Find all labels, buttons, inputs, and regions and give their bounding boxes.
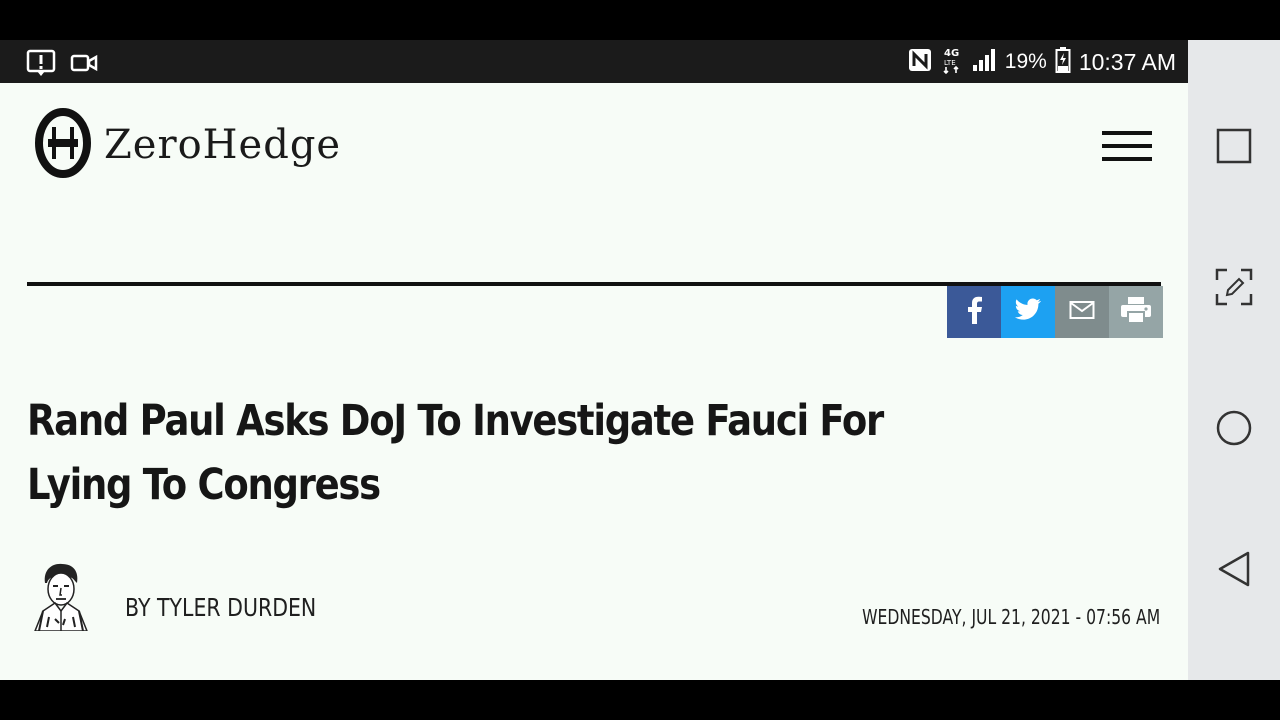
twitter-share-button[interactable] (1001, 286, 1055, 338)
letterbox-top (0, 0, 1280, 40)
4g-lte-icon: 4G LTE (941, 46, 963, 78)
nfc-icon (907, 47, 933, 77)
email-share-button[interactable] (1055, 286, 1109, 338)
site-logo[interactable]: ZeroHedge (34, 107, 341, 183)
site-name: ZeroHedge (104, 122, 342, 168)
status-right-icons: 4G LTE 19% 10:37 AM (907, 46, 1176, 78)
battery-icon (1055, 46, 1071, 78)
home-button[interactable] (1214, 410, 1254, 450)
alert-icon (26, 49, 56, 81)
article-headline: Rand Paul Asks DoJ To Investigate Fauci … (27, 396, 884, 510)
publish-date: WEDNESDAY, JUL 21, 2021 - 07:56 AM (861, 605, 1160, 629)
print-icon (1120, 296, 1152, 328)
author-avatar (31, 561, 91, 632)
hamburger-line (1102, 144, 1152, 148)
status-left-icons (26, 49, 98, 81)
zerohedge-logo-icon (34, 107, 92, 183)
home-circle-icon (1215, 409, 1253, 451)
video-camera-icon (70, 52, 98, 78)
system-navigation-bar (1188, 40, 1280, 680)
hamburger-line (1102, 131, 1152, 135)
letterbox-bottom (0, 680, 1280, 720)
back-triangle-icon (1216, 550, 1252, 592)
print-button[interactable] (1109, 286, 1163, 338)
facebook-icon (964, 296, 984, 328)
signal-icon (971, 47, 997, 77)
svg-text:4G: 4G (944, 48, 959, 59)
recent-apps-button[interactable] (1214, 128, 1254, 168)
square-icon (1216, 128, 1252, 168)
mail-icon (1069, 300, 1095, 324)
status-bar: 4G LTE 19% 10:37 AM (0, 40, 1188, 83)
back-button[interactable] (1214, 551, 1254, 591)
capture-edit-button[interactable] (1214, 268, 1254, 310)
edit-screenshot-icon (1215, 268, 1253, 310)
menu-button[interactable] (1102, 131, 1152, 161)
twitter-icon (1014, 298, 1042, 326)
web-page: ZeroHedge Rand Paul Asks DoJ To Investig… (0, 83, 1188, 680)
facebook-share-button[interactable] (947, 286, 1001, 338)
battery-percent: 19% (1004, 50, 1047, 73)
hamburger-line (1102, 157, 1152, 161)
svg-text:LTE: LTE (944, 59, 956, 67)
status-time: 10:37 AM (1078, 48, 1176, 75)
share-bar (947, 286, 1163, 338)
author-byline[interactable]: BY TYLER DURDEN (125, 593, 316, 622)
